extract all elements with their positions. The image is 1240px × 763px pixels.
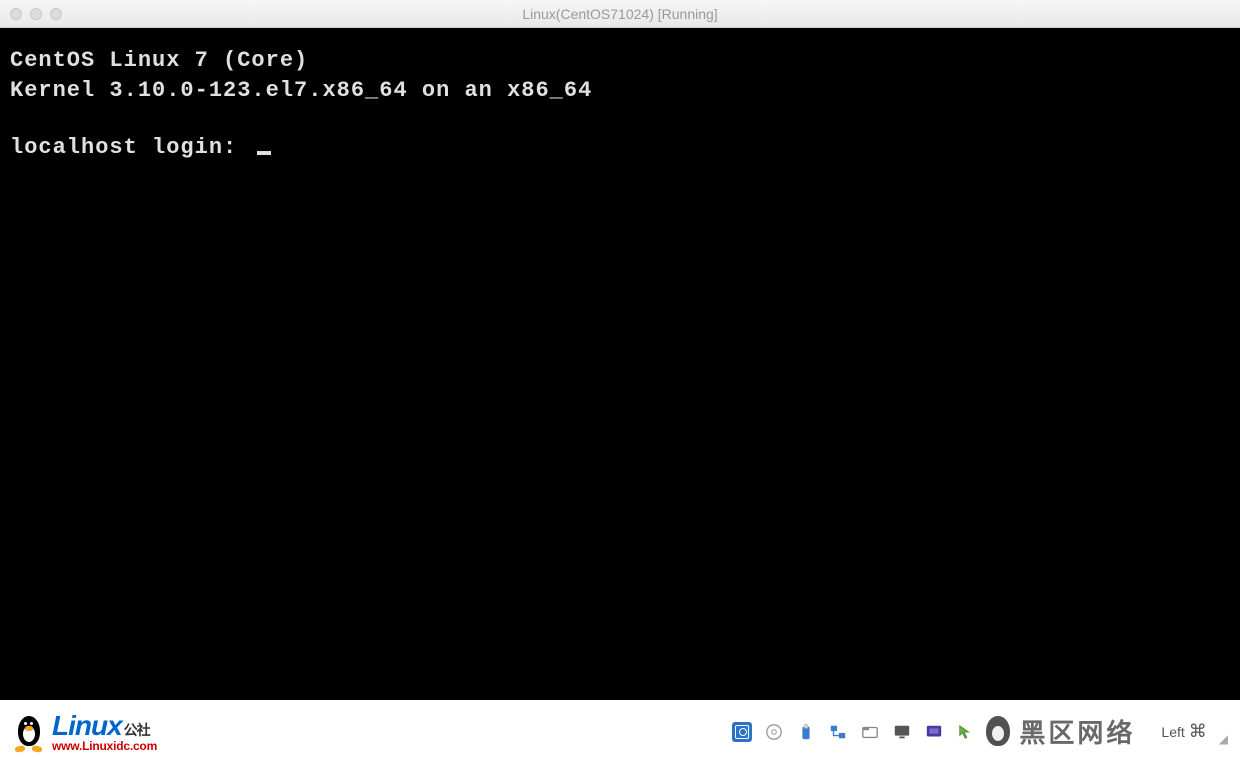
terminal-line: CentOS Linux 7 (Core) (10, 46, 1230, 76)
network-icon[interactable] (827, 722, 849, 742)
zoom-window-button[interactable] (50, 8, 62, 20)
hard-disk-icon[interactable] (731, 722, 753, 742)
close-window-button[interactable] (10, 8, 22, 20)
watermark-left: Linux公社 www.Linuxidc.com (12, 712, 157, 752)
watermark-url: www.Linuxidc.com (52, 740, 157, 752)
optical-drive-icon[interactable] (763, 722, 785, 742)
capture-icon[interactable] (923, 722, 945, 742)
watermark-left-text: Linux公社 www.Linuxidc.com (52, 712, 157, 752)
terminal-blank-line (10, 105, 1230, 133)
status-bar: Linux公社 www.Linuxidc.com (0, 700, 1240, 763)
watermark-right-text: 黑区网络 (1019, 713, 1135, 750)
vm-console[interactable]: CentOS Linux 7 (Core) Kernel 3.10.0-123.… (0, 28, 1240, 700)
tux-penguin-icon (12, 712, 46, 752)
watermark-title: Linux (52, 710, 122, 741)
login-prompt-text: localhost login: (10, 135, 251, 160)
minimize-window-button[interactable] (30, 8, 42, 20)
watermark-right: 黑区网络 (983, 713, 1135, 750)
window-titlebar: Linux(CentOS71024) [Running] (0, 0, 1240, 28)
mouse-integration-icon[interactable] (955, 722, 977, 742)
vm-status-icons (731, 722, 977, 742)
host-key-indicator[interactable]: Left ⌘ (1161, 721, 1206, 742)
login-prompt: localhost login: (10, 133, 1230, 163)
command-key-icon: ⌘ (1189, 721, 1207, 742)
penguin-dark-icon (983, 714, 1013, 750)
window-title: Linux(CentOS71024) [Running] (0, 6, 1240, 22)
display-icon[interactable] (891, 722, 913, 742)
shared-folder-icon[interactable] (859, 722, 881, 742)
host-key-label: Left (1161, 724, 1184, 740)
status-right-group: 黑区网络 Left ⌘ ◢ (731, 713, 1228, 750)
window-controls (0, 8, 62, 20)
resize-grip-icon[interactable]: ◢ (1219, 732, 1228, 750)
usb-icon[interactable] (795, 722, 817, 742)
watermark-suffix: 公社 (124, 722, 150, 738)
cursor-icon (257, 151, 271, 155)
terminal-line: Kernel 3.10.0-123.el7.x86_64 on an x86_6… (10, 76, 1230, 106)
